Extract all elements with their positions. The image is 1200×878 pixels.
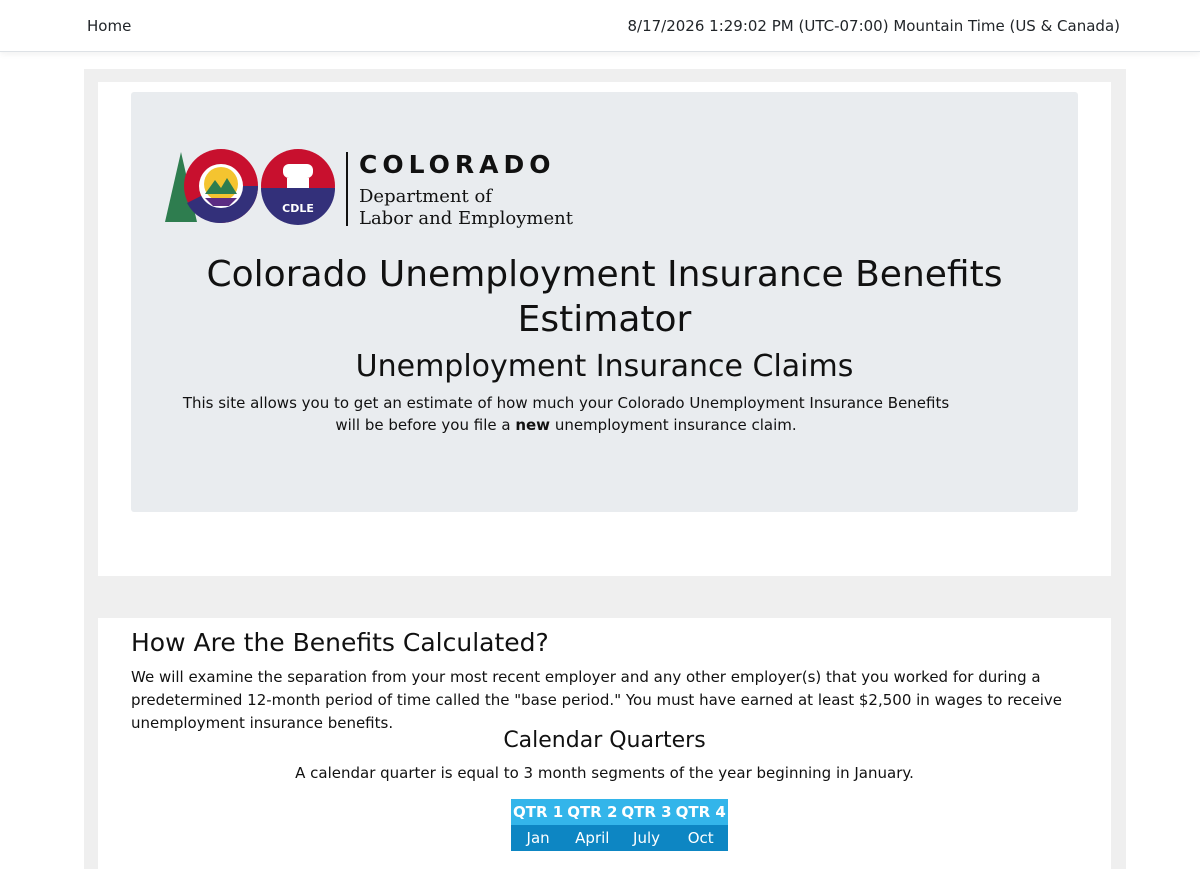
- benefits-card: How Are the Benefits Calculated? We will…: [98, 618, 1111, 878]
- quarter-header: QTR 4: [673, 799, 728, 825]
- quarter-header: QTR 3: [619, 799, 674, 825]
- jumbotron: CDLE COLORADO Department of Labor and Em…: [131, 92, 1078, 512]
- logo-dept-line2: Labor and Employment: [359, 208, 573, 229]
- quarter-header: QTR 1: [511, 799, 566, 825]
- calendar-quarters-heading: Calendar Quarters: [503, 728, 706, 753]
- page-container: CDLE COLORADO Department of Labor and Em…: [84, 69, 1126, 878]
- intro-text-end: unemployment insurance claim.: [550, 416, 797, 434]
- intro-text-bold: new: [515, 416, 551, 434]
- benefits-heading: How Are the Benefits Calculated?: [131, 628, 549, 657]
- quarter-month-cell: Oct: [673, 825, 728, 851]
- quarter-month-cell: Jan: [511, 825, 566, 851]
- quarters-table: QTR 1 QTR 2 QTR 3 QTR 4 Jan April July O…: [511, 799, 728, 851]
- quarter-month-cell: April: [565, 825, 620, 851]
- current-timestamp: 8/17/2026 1:29:02 PM (UTC-07:00) Mountai…: [627, 16, 1120, 35]
- home-link[interactable]: Home: [87, 17, 131, 35]
- quarters-header-row: QTR 1 QTR 2 QTR 3 QTR 4: [511, 799, 728, 825]
- cdle-logo: CDLE COLORADO Department of Labor and Em…: [159, 148, 599, 232]
- benefits-description: We will examine the separation from your…: [131, 668, 1063, 732]
- colorado-logo-icon: CDLE: [165, 149, 335, 225]
- page-title: Colorado Unemployment Insurance Benefits…: [206, 254, 1003, 340]
- quarter-month-cell: July: [619, 825, 674, 851]
- logo-divider: [346, 152, 348, 226]
- quarters-month-row: Jan April July Oct: [511, 825, 728, 851]
- intro-text: This site allows you to get an estimate …: [171, 392, 961, 436]
- calendar-quarters-description: A calendar quarter is equal to 3 month s…: [295, 764, 914, 782]
- logo-dept-line1: Department of: [359, 186, 492, 207]
- top-navbar: Home 8/17/2026 1:29:02 PM (UTC-07:00) Mo…: [0, 0, 1200, 52]
- header-card: CDLE COLORADO Department of Labor and Em…: [98, 82, 1111, 576]
- logo-department: Department of Labor and Employment: [359, 186, 573, 230]
- cdle-badge-text: CDLE: [282, 202, 314, 215]
- quarter-header: QTR 2: [565, 799, 620, 825]
- page-subtitle: Unemployment Insurance Claims: [355, 349, 854, 384]
- logo-wordmark: COLORADO: [359, 150, 556, 179]
